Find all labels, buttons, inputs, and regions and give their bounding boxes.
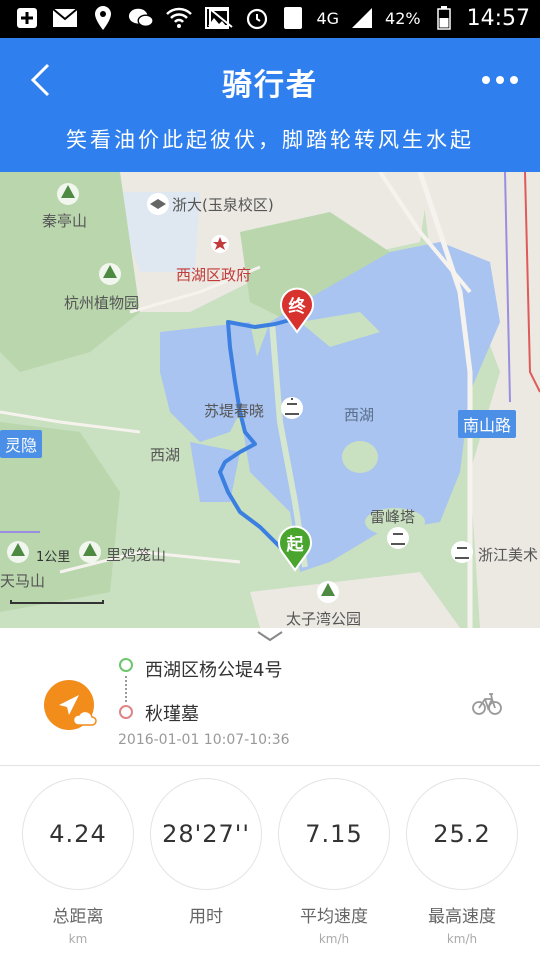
map-label-leifeng: 雷峰塔 bbox=[370, 508, 416, 526]
route-connector bbox=[125, 676, 127, 702]
start-marker[interactable]: 起 bbox=[276, 524, 314, 572]
start-point-icon bbox=[119, 658, 133, 672]
stat-distance-label: 总距离 bbox=[52, 907, 104, 927]
poi-tree-icon bbox=[317, 581, 339, 603]
more-button[interactable] bbox=[478, 66, 522, 94]
more-dots-icon bbox=[482, 76, 518, 84]
signal-type: 4G bbox=[316, 8, 340, 28]
poi-school-icon bbox=[147, 193, 169, 215]
stat-max-speed: 25.2 最高速度 km/h bbox=[406, 778, 518, 958]
battery-percent: 42% bbox=[385, 8, 421, 28]
map-canvas bbox=[0, 172, 540, 628]
map-label-qinting-shan: 秦亭山 bbox=[42, 212, 88, 230]
alarm-icon bbox=[244, 4, 270, 32]
cloud-icon bbox=[72, 710, 97, 726]
map-label-botanical: 杭州植物园 bbox=[64, 294, 140, 312]
app-header: 骑行者 笑看油价此起彼伏，脚踏轮转风生水起 bbox=[0, 38, 540, 172]
stat-duration-label: 用时 bbox=[189, 907, 223, 927]
map-label-zhejiang-museum: 浙江美术 bbox=[478, 546, 539, 564]
location-icon bbox=[90, 4, 116, 32]
end-marker-label: 终 bbox=[288, 297, 306, 317]
stat-circle: 25.2 bbox=[406, 778, 518, 890]
stat-distance: 4.24 总距离 km bbox=[22, 778, 134, 958]
map-label-nanshan-road: 南山路 bbox=[458, 410, 517, 438]
sim-icon bbox=[280, 4, 306, 32]
map-scale-label: 1公里 bbox=[36, 550, 71, 565]
stat-circle: 4.24 bbox=[22, 778, 134, 890]
end-marker[interactable]: 终 bbox=[278, 286, 316, 334]
map-label-su-causeway: 苏堤春晓 bbox=[204, 402, 265, 420]
map-label-taiziwan: 太子湾公园 bbox=[286, 610, 362, 628]
poi-landmark-icon bbox=[387, 527, 409, 549]
collapse-handle[interactable] bbox=[254, 628, 286, 644]
map-label-district-gov: 西湖区政府 bbox=[176, 266, 252, 284]
map-scale-bar bbox=[10, 600, 104, 604]
mute-icon bbox=[208, 4, 234, 32]
poi-tree-icon bbox=[57, 183, 79, 205]
end-point-icon bbox=[119, 705, 133, 719]
poi-landmark-icon bbox=[451, 541, 473, 563]
mail-icon bbox=[52, 4, 78, 32]
stat-distance-value: 4.24 bbox=[49, 820, 107, 848]
map-label-zheda: 浙大(玉泉校区) bbox=[172, 196, 274, 214]
status-time: 14:57 bbox=[466, 5, 530, 31]
slogan: 笑看油价此起彼伏，脚踏轮转风生水起 bbox=[66, 128, 474, 152]
route-map[interactable]: 秦亭山 浙大(玉泉校区) 西湖区政府 杭州植物园 苏堤春晓 西湖 西湖 灵隐 雷… bbox=[0, 172, 540, 628]
chevron-down-icon bbox=[257, 631, 283, 642]
trip-card: 西湖区杨公堤4号 秋瑾墓 2016-01-01 10:07-10:36 bbox=[0, 628, 540, 766]
map-label-lingyin: 灵隐 bbox=[0, 430, 43, 458]
poi-tree-icon bbox=[79, 541, 101, 563]
page-title: 骑行者 bbox=[222, 68, 318, 103]
stat-circle: 28'27'' bbox=[150, 778, 262, 890]
poi-tree-icon bbox=[7, 541, 29, 563]
stat-max-speed-label: 最高速度 bbox=[428, 907, 496, 927]
stat-duration-value: 28'27'' bbox=[162, 820, 250, 848]
stat-duration: 28'27'' 用时 bbox=[150, 778, 262, 958]
battery-icon bbox=[431, 4, 457, 32]
add-icon bbox=[14, 4, 40, 32]
stat-avg-speed-label: 平均速度 bbox=[300, 907, 368, 927]
map-label-west-lake: 西湖 bbox=[344, 406, 375, 424]
start-place: 西湖区杨公堤4号 bbox=[145, 660, 283, 681]
bicycle-icon[interactable] bbox=[472, 690, 502, 716]
map-label-xihu-small: 西湖 bbox=[150, 446, 181, 464]
poi-gov-icon bbox=[211, 235, 229, 253]
stat-avg-speed-unit: km/h bbox=[318, 932, 350, 946]
trip-time: 2016-01-01 10:07-10:36 bbox=[118, 732, 290, 748]
stat-avg-speed-value: 7.15 bbox=[305, 820, 363, 848]
stat-circle: 7.15 bbox=[278, 778, 390, 890]
signal-icon bbox=[349, 4, 375, 32]
map-label-tianma: 天马山 bbox=[0, 572, 46, 590]
map-label-jiliu: 里鸡笼山 bbox=[106, 546, 167, 564]
stat-max-speed-unit: km/h bbox=[446, 932, 478, 946]
poi-landmark-icon bbox=[281, 397, 303, 419]
status-bar: 4G 42% 14:57 bbox=[0, 0, 540, 38]
stat-distance-unit: km bbox=[68, 932, 88, 946]
stat-avg-speed: 7.15 平均速度 km/h bbox=[278, 778, 390, 958]
start-marker-label: 起 bbox=[286, 535, 304, 555]
end-place: 秋瑾墓 bbox=[145, 704, 199, 725]
ride-stats: 4.24 总距离 km 28'27'' 用时 7.15 平均速度 km/h 25… bbox=[0, 766, 540, 960]
poi-tree-icon bbox=[99, 263, 121, 285]
wechat-icon bbox=[128, 4, 154, 32]
stat-max-speed-value: 25.2 bbox=[433, 820, 491, 848]
wifi-icon bbox=[166, 4, 192, 32]
